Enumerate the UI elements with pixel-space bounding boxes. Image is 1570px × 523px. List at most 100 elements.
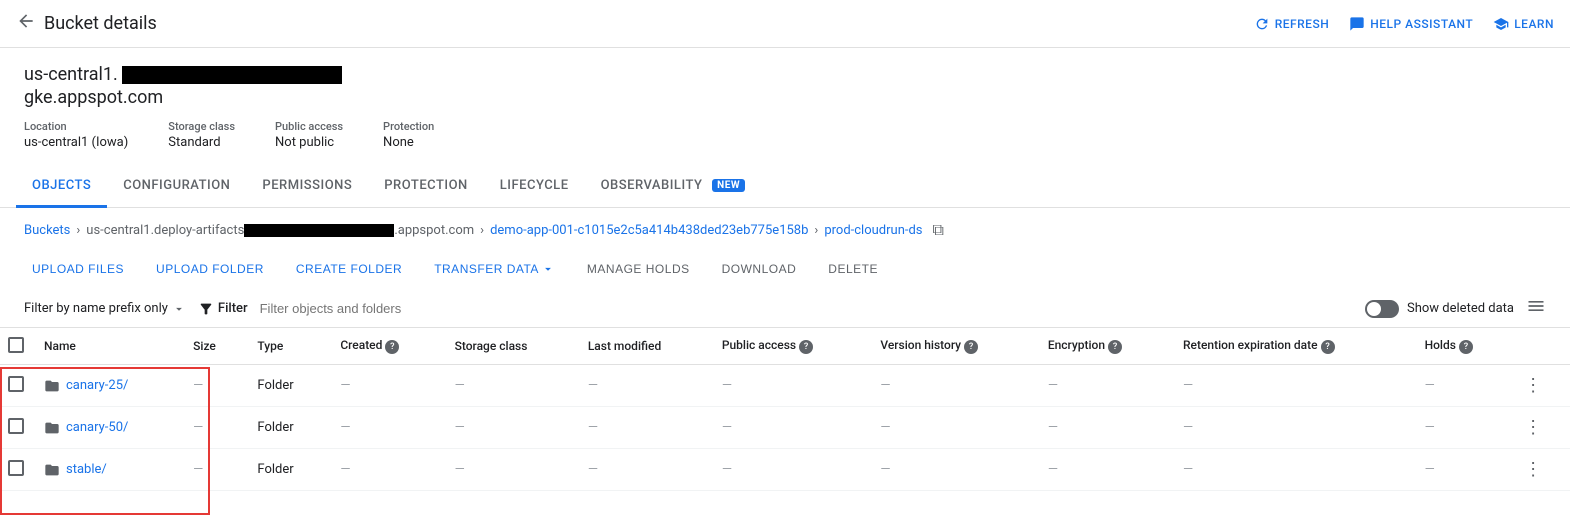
location-value: us-central1 (Iowa) xyxy=(24,135,128,150)
toggle-knob xyxy=(1367,302,1381,316)
manage-holds-button[interactable]: MANAGE HOLDS xyxy=(579,256,698,282)
cell-sc-1: — xyxy=(443,407,576,449)
more-button-2[interactable]: ⋮ xyxy=(1524,459,1542,480)
created-help-icon[interactable]: ? xyxy=(385,340,399,354)
tab-observability[interactable]: OBSERVABILITY NEW xyxy=(585,166,762,208)
page-title: Bucket details xyxy=(44,13,157,34)
top-nav: Bucket details REFRESH HELP ASSISTANT LE… xyxy=(0,0,1570,48)
breadcrumb-buckets[interactable]: Buckets xyxy=(24,223,70,238)
meta-public-access: Public access Not public xyxy=(275,120,343,150)
breadcrumb-bucket-path[interactable]: us-central1.deploy-artifacts.appspot.com xyxy=(86,223,474,238)
cell-created-0: — xyxy=(328,365,442,407)
folder-name-0: canary-25/ xyxy=(66,378,128,393)
upload-folder-button[interactable]: UPLOAD FOLDER xyxy=(148,256,272,282)
breadcrumb: Buckets › us-central1.deploy-artifacts.a… xyxy=(0,208,1570,252)
folder-name-2: stable/ xyxy=(66,462,107,477)
cell-type-0: Folder xyxy=(245,365,328,407)
help-assistant-label: HELP ASSISTANT xyxy=(1370,17,1473,31)
download-button[interactable]: DOWNLOAD xyxy=(714,256,805,282)
create-folder-button[interactable]: CREATE FOLDER xyxy=(288,256,410,282)
objects-table: Name Size Type Created? Storage class La… xyxy=(0,328,1570,491)
filter-button[interactable]: Filter xyxy=(198,301,248,317)
bucket-name-redacted xyxy=(122,66,342,84)
upload-files-button[interactable]: UPLOAD FILES xyxy=(24,256,132,282)
cell-lm-2: — xyxy=(576,449,710,491)
cell-type-1: Folder xyxy=(245,407,328,449)
cell-name-1: canary-50/ xyxy=(32,407,181,449)
more-button-0[interactable]: ⋮ xyxy=(1524,375,1542,396)
protection-value: None xyxy=(383,135,414,150)
cell-created-2: — xyxy=(328,449,442,491)
public-access-help-icon[interactable]: ? xyxy=(799,340,813,354)
back-button[interactable] xyxy=(16,11,36,37)
cell-enc-1: — xyxy=(1036,407,1171,449)
tab-protection[interactable]: PROTECTION xyxy=(368,166,483,208)
row-checkbox-1[interactable] xyxy=(8,418,24,434)
help-assistant-button[interactable]: HELP ASSISTANT xyxy=(1349,16,1473,32)
copy-icon[interactable]: ⧉ xyxy=(933,220,944,240)
cell-enc-2: — xyxy=(1036,449,1171,491)
cell-type-2: Folder xyxy=(245,449,328,491)
bucket-name-prefix: us-central1. xyxy=(24,64,118,85)
folder-name-1: canary-50/ xyxy=(66,420,128,435)
cell-vh-0: — xyxy=(868,365,1035,407)
select-all-checkbox[interactable] xyxy=(8,337,24,353)
breadcrumb-sep2: › xyxy=(480,223,484,238)
tab-lifecycle[interactable]: LIFECYCLE xyxy=(484,166,585,208)
table-container: Name Size Type Created? Storage class La… xyxy=(0,328,1570,491)
cell-size-2: — xyxy=(181,449,245,491)
folder-link-0[interactable]: canary-25/ xyxy=(44,378,169,394)
nav-right: REFRESH HELP ASSISTANT LEARN xyxy=(1254,16,1554,32)
filter-right: Show deleted data xyxy=(1365,296,1546,321)
cell-more-2: ⋮ xyxy=(1512,449,1570,491)
meta-storage-class: Storage class Standard xyxy=(168,120,235,150)
cell-holds-0: — xyxy=(1413,365,1513,407)
toolbar: UPLOAD FILES UPLOAD FOLDER CREATE FOLDER… xyxy=(0,252,1570,290)
breadcrumb-folder2[interactable]: prod-cloudrun-ds xyxy=(824,223,922,238)
storage-class-value: Standard xyxy=(168,135,220,150)
filter-prefix-selector[interactable]: Filter by name prefix only xyxy=(24,301,186,316)
more-button-1[interactable]: ⋮ xyxy=(1524,417,1542,438)
breadcrumb-folder1[interactable]: demo-app-001-c1015e2c5a414b438ded23eb775… xyxy=(490,223,808,238)
breadcrumb-sep1: › xyxy=(76,223,80,238)
folder-link-2[interactable]: stable/ xyxy=(44,462,169,478)
show-deleted-toggle[interactable] xyxy=(1365,300,1399,318)
breadcrumb-redacted xyxy=(244,224,394,237)
meta-protection: Protection None xyxy=(383,120,434,150)
transfer-data-button[interactable]: TRANSFER DATA xyxy=(426,256,563,282)
th-encryption: Encryption? xyxy=(1036,328,1171,365)
cell-sc-0: — xyxy=(443,365,576,407)
columns-icon[interactable] xyxy=(1526,296,1546,321)
row-checkbox-2[interactable] xyxy=(8,460,24,476)
table-body: canary-25/ — Folder — — — — — — — — ⋮ xyxy=(0,365,1570,491)
new-badge: NEW xyxy=(712,179,745,192)
tab-permissions[interactable]: PERMISSIONS xyxy=(246,166,368,208)
tab-objects[interactable]: OBJECTS xyxy=(16,166,107,208)
version-history-help-icon[interactable]: ? xyxy=(964,340,978,354)
retention-help-icon[interactable]: ? xyxy=(1321,340,1335,354)
table-wrapper: Name Size Type Created? Storage class La… xyxy=(0,328,1570,491)
bucket-domain: gke.appspot.com xyxy=(24,87,1546,108)
delete-button[interactable]: DELETE xyxy=(820,256,886,282)
th-name: Name xyxy=(32,328,181,365)
select-all-cell xyxy=(0,328,32,365)
row-checkbox-0[interactable] xyxy=(8,376,24,392)
th-actions xyxy=(1512,328,1570,365)
filter-label: Filter xyxy=(218,301,248,316)
learn-button[interactable]: LEARN xyxy=(1493,16,1554,32)
th-last-modified: Last modified xyxy=(576,328,710,365)
filter-input[interactable] xyxy=(260,301,1353,316)
th-holds: Holds? xyxy=(1413,328,1513,365)
cell-vh-1: — xyxy=(868,407,1035,449)
encryption-help-icon[interactable]: ? xyxy=(1108,340,1122,354)
refresh-button[interactable]: REFRESH xyxy=(1254,16,1330,32)
th-created: Created? xyxy=(328,328,442,365)
tabs: OBJECTS CONFIGURATION PERMISSIONS PROTEC… xyxy=(0,166,1570,208)
table-row: canary-50/ — Folder — — — — — — — — ⋮ xyxy=(0,407,1570,449)
bucket-header: us-central1. gke.appspot.com Location us… xyxy=(0,48,1570,158)
tab-configuration[interactable]: CONFIGURATION xyxy=(107,166,246,208)
folder-link-1[interactable]: canary-50/ xyxy=(44,420,169,436)
breadcrumb-sep3: › xyxy=(814,223,818,238)
cell-more-1: ⋮ xyxy=(1512,407,1570,449)
holds-help-icon[interactable]: ? xyxy=(1459,340,1473,354)
